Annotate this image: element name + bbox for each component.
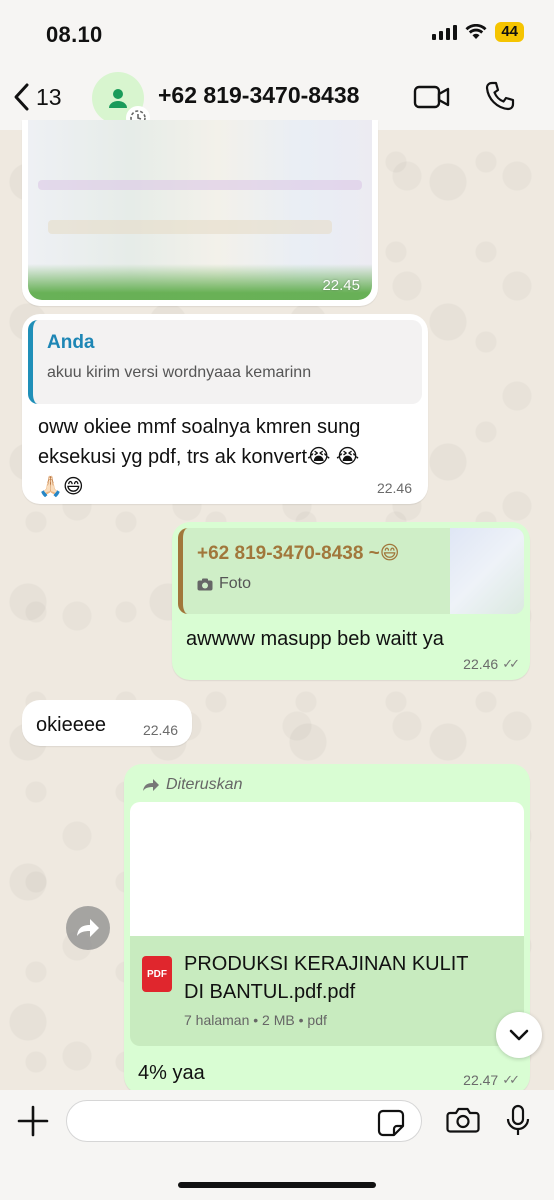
- home-indicator: [178, 1182, 376, 1188]
- message-time: 22.46: [142, 722, 178, 738]
- document-name: PRODUKSI KERAJINAN KULIT: [184, 953, 469, 975]
- quoted-message[interactable]: +62 819-3470-8438 ~😄 Foto: [178, 528, 524, 614]
- chevron-down-icon: [509, 1029, 529, 1041]
- status-bar: 08.10 44: [0, 0, 554, 64]
- back-button[interactable]: 13: [12, 82, 62, 112]
- phone-call-icon[interactable]: [484, 80, 516, 112]
- message-time: 22.46: [463, 656, 499, 672]
- signal-icon: [432, 24, 458, 40]
- forwarded-document-message[interactable]: Diteruskan PDF PRODUKSI KERAJINAN KULIT …: [124, 764, 530, 1094]
- outgoing-reply-message[interactable]: +62 819-3470-8438 ~😄 Foto awwww masupp b…: [172, 522, 530, 680]
- message-time: 22.46: [376, 480, 412, 496]
- document-name: DI BANTUL.pdf.pdf: [184, 981, 356, 1003]
- document-meta: 7 halaman • 2 MB • pdf: [184, 1012, 327, 1028]
- camera-icon[interactable]: [446, 1106, 480, 1134]
- blurred-image[interactable]: [28, 120, 372, 300]
- document-info[interactable]: PDF PRODUKSI KERAJINAN KULIT DI BANTUL.p…: [130, 936, 524, 1046]
- forward-arrow-icon: [143, 779, 159, 791]
- microphone-icon[interactable]: [506, 1104, 530, 1138]
- message-text-line: 🙏🏻😄: [38, 476, 84, 498]
- status-time: 08.10: [46, 22, 103, 47]
- quoted-message[interactable]: Anda akuu kirim versi wordnyaaa kemarinn: [28, 320, 422, 404]
- scroll-to-bottom-button[interactable]: [496, 1012, 542, 1058]
- forward-button[interactable]: [66, 906, 110, 950]
- pdf-file-icon: PDF: [142, 956, 172, 992]
- read-ticks-icon: ✓✓: [502, 656, 520, 671]
- incoming-message[interactable]: okieeee 22.46: [22, 700, 192, 746]
- quote-text: akuu kirim versi wordnyaaa kemarinn: [47, 364, 312, 381]
- quote-thumbnail: [450, 528, 524, 614]
- unread-count: 13: [36, 83, 62, 110]
- incoming-reply-message[interactable]: Anda akuu kirim versi wordnyaaa kemarinn…: [22, 314, 428, 504]
- camera-small-icon: [197, 578, 213, 590]
- chevron-left-icon: [14, 83, 29, 111]
- quote-text: Foto: [219, 575, 252, 592]
- message-input[interactable]: [66, 1100, 422, 1142]
- message-input-bar: [0, 1090, 554, 1200]
- contact-name[interactable]: +62 819-3470-8438: [158, 82, 359, 109]
- forward-arrow-icon: [77, 919, 99, 937]
- message-time: 22.45: [322, 277, 360, 294]
- read-ticks-icon: ✓✓: [502, 1072, 520, 1087]
- quote-author: Anda: [47, 332, 95, 353]
- message-text-line: oww okiee mmf soalnya kmren sung: [38, 416, 361, 438]
- message-text: awwww masupp beb waitt ya: [186, 628, 444, 650]
- image-message[interactable]: 22.45: [22, 120, 378, 306]
- forwarded-label: Diteruskan: [166, 776, 243, 793]
- video-call-icon[interactable]: [413, 84, 451, 110]
- status-icons: 44: [432, 22, 524, 42]
- message-text: okieeee: [36, 714, 107, 736]
- message-time: 22.47: [463, 1072, 499, 1088]
- battery-indicator: 44: [495, 22, 524, 42]
- message-text-line: eksekusi yg pdf, trs ak konvert😭 😭: [38, 446, 360, 468]
- avatar[interactable]: [92, 72, 150, 130]
- person-icon: [109, 89, 127, 108]
- sticker-icon[interactable]: [376, 1108, 406, 1138]
- plus-icon[interactable]: [16, 1104, 50, 1138]
- document-preview[interactable]: [130, 802, 524, 936]
- wifi-icon: [465, 24, 487, 39]
